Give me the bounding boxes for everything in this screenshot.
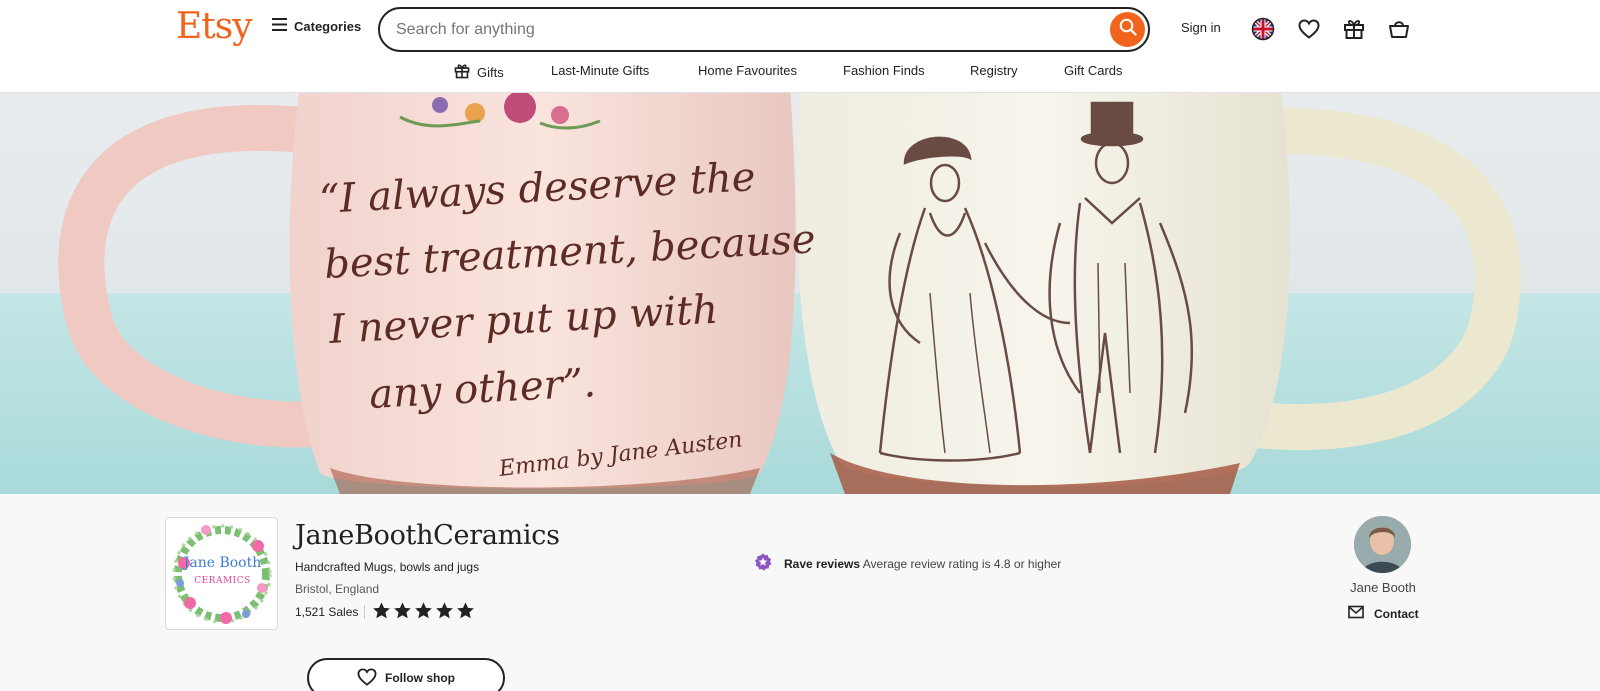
contact-button[interactable]: Contact (1348, 605, 1419, 622)
rave-reviews-icon (754, 553, 772, 574)
mail-icon (1348, 605, 1364, 622)
rave-reviews-text: Average review rating is 4.8 or higher (862, 556, 1062, 571)
nav-item-last-minute-gifts[interactable]: Last-Minute Gifts (551, 63, 649, 78)
nav-item-registry[interactable]: Registry (970, 63, 1018, 78)
star-rating[interactable] (372, 601, 475, 625)
sign-in-link[interactable]: Sign in (1181, 20, 1221, 35)
star-icon (372, 601, 391, 625)
shop-tagline: Handcrafted Mugs, bowls and jugs (295, 560, 480, 574)
star-icon (393, 601, 412, 625)
star-icon (435, 601, 454, 625)
cart-icon[interactable] (1386, 16, 1412, 42)
nav-item-label: Gifts (477, 65, 504, 80)
gift-icon[interactable] (1341, 16, 1367, 42)
logo-text-ceramics: CERAMICS (194, 576, 251, 586)
search-bar (378, 7, 1150, 52)
star-icon (414, 601, 433, 625)
divider (364, 605, 365, 619)
category-nav: Gifts Last-Minute Gifts Home Favourites … (0, 63, 1600, 83)
heart-icon[interactable] (1296, 16, 1322, 42)
follow-shop-label: Follow shop (385, 671, 455, 685)
star-icon (456, 601, 475, 625)
nav-item-home-favourites[interactable]: Home Favourites (698, 63, 797, 78)
search-button[interactable] (1110, 12, 1145, 47)
nav-item-fashion-finds[interactable]: Fashion Finds (843, 63, 925, 78)
search-input[interactable] (396, 19, 1096, 41)
mugs-illustration: “I always deserve the best treatment, be… (0, 93, 1600, 494)
owner-name[interactable]: Jane Booth (1321, 580, 1445, 595)
shop-banner-image: “I always deserve the best treatment, be… (0, 93, 1600, 494)
logo-text-jane-booth: Jane Booth (183, 555, 262, 571)
owner-avatar[interactable] (1354, 516, 1411, 573)
floral-wreath-icon (172, 524, 272, 624)
language-flag-icon[interactable] (1250, 16, 1276, 42)
contact-label: Contact (1374, 606, 1419, 621)
nav-item-gifts[interactable]: Gifts (454, 63, 504, 82)
rave-reviews-title: Rave reviews (784, 556, 861, 571)
menu-icon (272, 18, 287, 34)
categories-button[interactable]: Categories (272, 18, 361, 34)
shop-location: Bristol, England (295, 582, 380, 596)
rave-reviews-badge: Rave reviews Average review rating is 4.… (754, 553, 1061, 574)
sales-count[interactable]: 1,521 Sales (295, 605, 358, 619)
shop-info-section: Jane Booth CERAMICS JaneBoothCeramics Ha… (0, 494, 1600, 691)
categories-label: Categories (294, 18, 362, 34)
search-icon (1119, 18, 1137, 41)
nav-item-gift-cards[interactable]: Gift Cards (1064, 63, 1123, 78)
gift-icon (454, 63, 470, 82)
etsy-logo[interactable]: Etsy (176, 6, 253, 47)
shop-logo[interactable]: Jane Booth CERAMICS (165, 517, 278, 630)
follow-shop-button[interactable]: Follow shop (307, 658, 505, 691)
site-header: Etsy Categories Sign in (0, 0, 1600, 93)
shop-name: JaneBoothCeramics (295, 520, 560, 551)
heart-icon (357, 667, 377, 689)
